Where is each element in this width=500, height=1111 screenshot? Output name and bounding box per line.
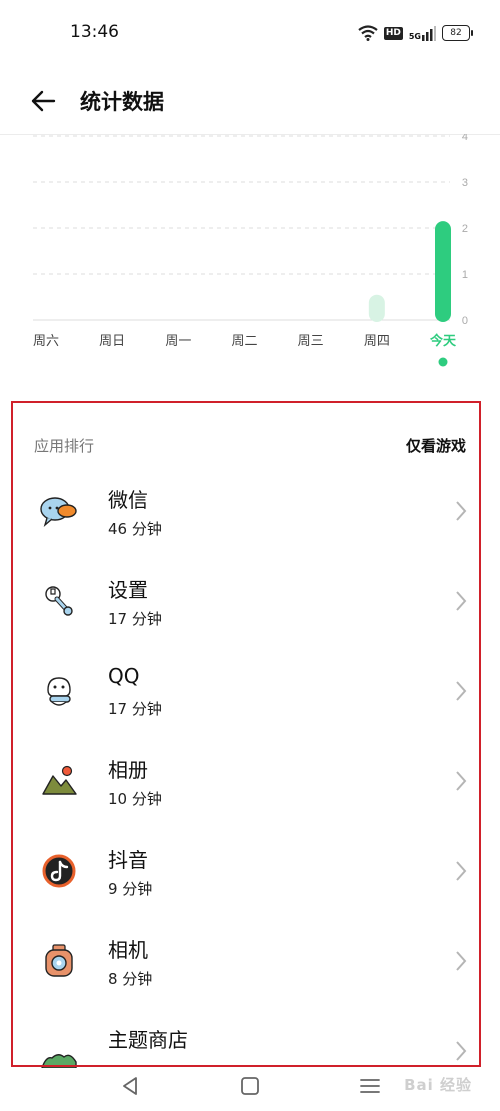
selected-day-dot (438, 357, 448, 367)
app-usage-time: 9 分钟 (108, 880, 153, 898)
wechat-icon (40, 497, 77, 528)
app-row-camera[interactable]: 相机 8 分钟 (0, 920, 500, 1010)
theme-store-icon (41, 1054, 77, 1069)
app-usage-time: 8 分钟 (108, 970, 153, 988)
chart-bar (368, 294, 385, 322)
page-title: 统计数据 (80, 90, 164, 114)
nav-back-icon[interactable] (116, 1072, 144, 1100)
wifi-icon (358, 25, 378, 41)
network-indicator: 5G (409, 25, 436, 41)
x-tick-label: 周六 (33, 334, 59, 349)
photos-icon (42, 765, 77, 795)
status-time: 13:46 (70, 22, 119, 42)
app-name: 设置 (108, 578, 148, 602)
app-name: 主题商店 (108, 1028, 188, 1052)
x-tick-label: 周三 (298, 334, 324, 349)
y-tick-label: 0 (462, 315, 468, 327)
app-name: 抖音 (108, 848, 148, 872)
x-tick-label: 周日 (99, 334, 125, 349)
douyin-icon (42, 854, 76, 888)
signal-icon (422, 26, 436, 41)
x-tick-label: 周四 (364, 334, 390, 349)
status-bar: 13:46 HD 5G 82 (0, 0, 500, 66)
hd-badge: HD (383, 26, 403, 40)
nav-home-icon[interactable] (236, 1072, 264, 1100)
usage-chart: 0 1 2 3 4 周六 周日 周一 周二 周三 周四 今天 (0, 134, 500, 374)
section-header: 应用排行 仅看游戏 (0, 400, 500, 460)
back-arrow-icon[interactable] (30, 88, 56, 114)
app-usage-time: 17 分钟 (108, 700, 162, 718)
chevron-right-icon (456, 591, 467, 611)
app-usage-time: 46 分钟 (108, 520, 162, 538)
chevron-right-icon (456, 681, 467, 701)
games-only-button[interactable]: 仅看游戏 (406, 435, 466, 456)
qq-icon (47, 677, 71, 706)
app-row-photos[interactable]: 相册 10 分钟 (0, 740, 500, 830)
app-row-settings[interactable]: 设置 17 分钟 (0, 560, 500, 650)
chevron-right-icon (456, 1041, 467, 1061)
x-tick-label: 周二 (231, 334, 257, 349)
app-row-theme-store[interactable]: 主题商店 (0, 1010, 500, 1070)
camera-icon (45, 944, 73, 977)
app-name: 相册 (108, 758, 148, 782)
nav-recents-icon[interactable] (356, 1072, 384, 1100)
app-row-qq[interactable]: QQ 17 分钟 (0, 650, 500, 740)
app-usage-time: 10 分钟 (108, 790, 162, 808)
app-name: 相机 (108, 938, 148, 962)
app-row-wechat[interactable]: 微信 46 分钟 (0, 470, 500, 560)
usage-bar-chart: 0 1 2 3 4 周六 周日 周一 周二 周三 周四 今天 (33, 134, 468, 367)
page-header: 统计数据 (0, 66, 500, 135)
network-label: 5G (408, 32, 421, 41)
y-tick-label: 3 (462, 177, 468, 189)
battery-icon: 82 (442, 25, 473, 41)
chevron-right-icon (456, 501, 467, 521)
app-name: QQ (108, 664, 140, 688)
status-icons: HD 5G 82 (358, 22, 473, 44)
x-tick-label: 周一 (165, 334, 191, 349)
app-list: 微信 46 分钟 设置 17 分钟 QQ 17 分钟 相册 10 分钟 抖音 9… (0, 470, 500, 1070)
y-tick-label: 1 (462, 269, 468, 281)
y-tick-label: 2 (462, 223, 468, 235)
watermark: Bai 经验 (404, 1076, 472, 1094)
chevron-right-icon (456, 951, 467, 971)
chevron-right-icon (456, 771, 467, 791)
x-tick-label: 今天 (429, 333, 457, 349)
app-name: 微信 (108, 488, 148, 512)
y-tick-label: 4 (462, 134, 468, 143)
app-usage-time: 17 分钟 (108, 610, 162, 628)
settings-icon (45, 586, 73, 616)
navigation-bar: Bai 经验 (0, 1068, 500, 1111)
section-title: 应用排行 (34, 437, 95, 455)
chevron-right-icon (456, 861, 467, 881)
app-ranking-section: 应用排行 仅看游戏 微信 46 分钟 设置 17 分钟 QQ 17 分钟 相册 … (0, 400, 500, 1070)
chart-bar (435, 221, 451, 322)
app-row-douyin[interactable]: 抖音 9 分钟 (0, 830, 500, 920)
